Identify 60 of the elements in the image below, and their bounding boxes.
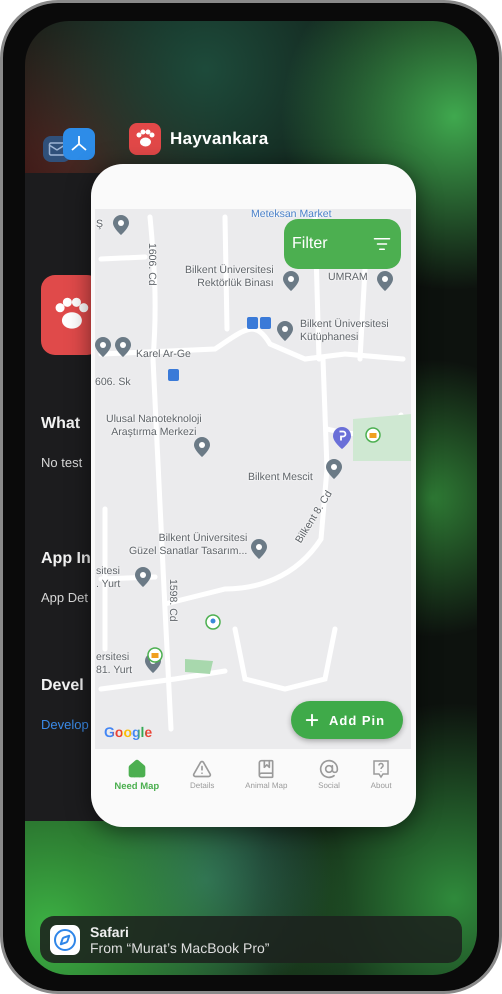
park-area: [353, 414, 411, 461]
paw-app-icon: [129, 123, 161, 155]
place-label: ersitesi 81. Yurt: [96, 651, 132, 677]
map-pin-icon: [377, 271, 393, 291]
nav-tab[interactable]: Details: [190, 759, 214, 792]
map-pin-icon: [113, 215, 129, 235]
filter-button[interactable]: Filter: [284, 219, 401, 269]
place-label: Ş: [96, 218, 104, 231]
map-pin-icon: [135, 567, 151, 587]
nav-tab[interactable]: Need Map: [114, 759, 160, 792]
plus-icon: [303, 711, 321, 729]
place-label: Meteksan Market: [251, 209, 332, 221]
street-label: 606. Sk: [95, 376, 131, 389]
warning-icon: [192, 759, 212, 779]
place-label: Bilkent Üniversitesi Rektörlük Binası: [185, 264, 274, 290]
link-text[interactable]: Develop: [41, 717, 89, 732]
bus-stop-icon: [168, 369, 179, 381]
body-text: App Det: [41, 590, 88, 605]
place-label: sitesi . Yurt: [96, 565, 120, 591]
place-label: Bilkent Mescit: [248, 471, 313, 484]
app-name: Hayvankara: [170, 129, 268, 149]
banner-title: Safari: [90, 924, 130, 940]
parking-marker-icon: [333, 427, 351, 449]
safari-compass-icon: [50, 924, 80, 954]
at-sign-icon: [319, 759, 340, 779]
section-heading: App In: [41, 550, 91, 568]
map-pin-icon: [194, 437, 210, 457]
section-heading: Devel: [41, 677, 84, 695]
home-icon: [126, 759, 147, 779]
map-pin-icon: [283, 271, 299, 291]
add-pin-button[interactable]: Add Pin: [291, 701, 403, 739]
help-icon: [371, 759, 392, 779]
app-icon: [63, 128, 95, 160]
nav-tab[interactable]: About: [370, 759, 392, 792]
map-pin-icon: [326, 459, 342, 479]
handoff-banner[interactable]: Safari From “Murat’s MacBook Pro”: [40, 916, 462, 963]
street-label: 1598. Cd: [166, 579, 179, 622]
map-pin-icon: [95, 337, 111, 357]
map-pin-icon: [115, 337, 131, 357]
map-attribution: Google: [104, 724, 152, 740]
place-label: Karel Ar-Ge: [136, 348, 191, 361]
nav-tab[interactable]: Animal Map: [245, 759, 288, 792]
bus-stop-icon: [247, 317, 271, 329]
park-area: [185, 659, 213, 674]
map-pin-icon: [277, 321, 293, 341]
place-label: Ulusal Nanoteknoloji Araştırma Merkezi: [106, 413, 202, 439]
food-marker-icon: [365, 427, 381, 443]
banner-subtitle: From “Murat’s MacBook Pro”: [90, 940, 270, 956]
book-icon: [256, 759, 276, 779]
street-label: 1606. Cd: [145, 243, 158, 286]
location-marker-icon: [205, 614, 221, 630]
place-label: Bilkent Üniversitesi Kütüphanesi: [300, 318, 389, 344]
filter-icon: [373, 235, 391, 253]
food-marker-icon: [147, 647, 163, 663]
place-label: Bilkent Üniversitesi Güzel Sanatlar Tasarım...: [129, 532, 248, 558]
body-text: No test: [41, 455, 82, 470]
place-label: UMRAM: [328, 271, 368, 284]
section-heading: What: [41, 415, 80, 433]
nav-tab[interactable]: Social: [318, 759, 340, 792]
map-pin-icon: [251, 539, 267, 559]
